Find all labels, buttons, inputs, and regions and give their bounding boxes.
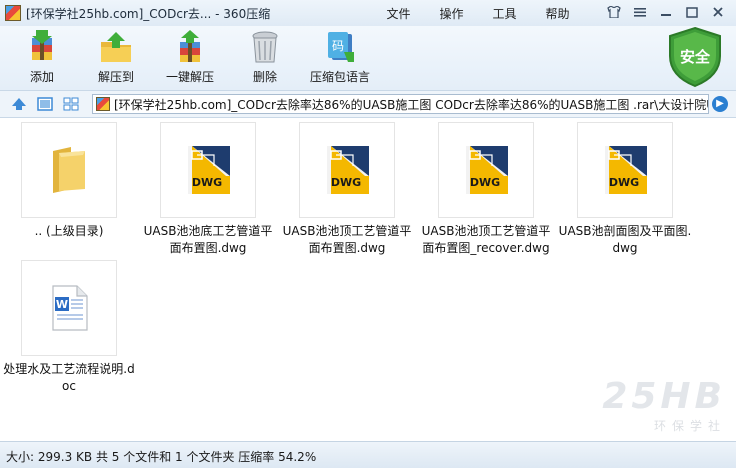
menu-list-icon[interactable]	[630, 3, 650, 21]
dwg-badge: DWG	[608, 176, 640, 189]
grid-view-icon[interactable]	[62, 96, 80, 112]
item-thumb	[21, 122, 117, 218]
watermark-brand: 25HB	[602, 376, 726, 417]
item-thumb	[438, 122, 534, 218]
item-name: UASB池池顶工艺管道平面布置图.dwg	[282, 224, 412, 255]
one-click-extract-button[interactable]: 一键解压	[154, 30, 226, 85]
watermark-subtitle: 环保学社	[653, 419, 726, 433]
dwg-badge: DWG	[330, 176, 362, 189]
minimize-icon[interactable]	[656, 3, 676, 21]
add-label: 添加	[29, 70, 54, 84]
archive-file-icon	[96, 97, 110, 111]
one-click-extract-icon	[172, 30, 208, 64]
toolbar: 添加 解压到 一键解压 删除 码 压缩包语言	[0, 26, 736, 90]
extract-to-icon	[98, 30, 134, 64]
list-item-dwg-4[interactable]: UASB池剖面图及平面图.dwg	[556, 122, 694, 257]
up-arrow-icon[interactable]	[10, 96, 28, 112]
add-button[interactable]: 添加	[6, 30, 78, 85]
window-title: [环保学社25hb.com]_CODcr去... - 360压缩	[26, 6, 271, 21]
path-go-icon[interactable]: ▶	[712, 96, 728, 112]
menu-help[interactable]: 帮助	[531, 5, 584, 22]
item-name: UASB池剖面图及平面图.dwg	[558, 224, 692, 255]
app-archive-icon	[5, 5, 21, 21]
delete-trash-icon	[247, 30, 283, 64]
menu-tools[interactable]: 工具	[478, 5, 531, 22]
menu-bar: 文件 操作 工具 帮助	[372, 5, 584, 22]
delete-label: 删除	[252, 70, 277, 84]
archive-language-icon: 码	[322, 30, 358, 64]
dwg-badge: DWG	[469, 176, 501, 189]
list-item-doc[interactable]: W 处理水及工艺流程说明.doc	[0, 260, 138, 395]
one-click-extract-label: 一键解压	[165, 70, 214, 84]
item-thumb	[299, 122, 395, 218]
path-input[interactable]: [环保学社25hb.com]_CODcr去除率达86%的UASB施工图 CODc…	[92, 94, 709, 114]
item-name: UASB池池底工艺管道平面布置图.dwg	[143, 224, 273, 255]
file-list: .. (上级目录) UASB池池底工艺管道平面布置图.dwg UASB池池顶工艺…	[0, 119, 736, 441]
security-shield-icon[interactable]: 安全	[666, 26, 724, 88]
archive-language-button[interactable]: 码 压缩包语言	[304, 30, 376, 85]
item-name: 处理水及工艺流程说明.doc	[3, 362, 135, 393]
extract-to-button[interactable]: 解压到	[80, 30, 152, 85]
list-item-dwg-1[interactable]: UASB池池底工艺管道平面布置图.dwg	[139, 122, 277, 257]
delete-button[interactable]: 删除	[229, 30, 301, 85]
item-thumb: W	[21, 260, 117, 356]
close-icon[interactable]	[708, 3, 728, 21]
skin-shirt-icon[interactable]	[604, 3, 624, 21]
svg-text:W: W	[56, 298, 68, 311]
list-item-parent-folder[interactable]: .. (上级目录)	[0, 122, 138, 240]
dwg-badge: DWG	[191, 176, 223, 189]
status-text: 大小: 299.3 KB 共 5 个文件和 1 个文件夹 压缩率 54.2%	[6, 450, 317, 464]
title-bar: [环保学社25hb.com]_CODcr去... - 360压缩 文件 操作 工…	[0, 0, 736, 26]
word-document-icon: W	[52, 285, 88, 331]
path-text: [环保学社25hb.com]_CODcr去除率达86%的UASB施工图 CODc…	[114, 97, 709, 112]
large-icon-view-icon[interactable]	[36, 96, 54, 112]
window-controls	[604, 3, 728, 21]
list-item-dwg-3[interactable]: UASB池池顶工艺管道平面布置图_recover.dwg	[417, 122, 555, 257]
extract-to-label: 解压到	[97, 70, 134, 84]
status-bar: 大小: 299.3 KB 共 5 个文件和 1 个文件夹 压缩率 54.2%	[0, 441, 736, 468]
folder-icon	[53, 147, 85, 193]
item-thumb	[160, 122, 256, 218]
add-archive-icon	[24, 30, 60, 64]
maximize-icon[interactable]	[682, 3, 702, 21]
svg-text:码: 码	[332, 39, 344, 53]
path-bar: [环保学社25hb.com]_CODcr去除率达86%的UASB施工图 CODc…	[0, 90, 736, 118]
item-thumb	[577, 122, 673, 218]
item-name: UASB池池顶工艺管道平面布置图_recover.dwg	[421, 224, 551, 255]
watermark-logo: 25HB 环保学社	[558, 377, 726, 435]
archive-language-label: 压缩包语言	[309, 70, 370, 84]
menu-file[interactable]: 文件	[372, 5, 425, 22]
list-item-dwg-2[interactable]: UASB池池顶工艺管道平面布置图.dwg	[278, 122, 416, 257]
item-name: .. (上级目录)	[34, 224, 104, 238]
menu-operate[interactable]: 操作	[425, 5, 478, 22]
security-label: 安全	[679, 48, 710, 66]
